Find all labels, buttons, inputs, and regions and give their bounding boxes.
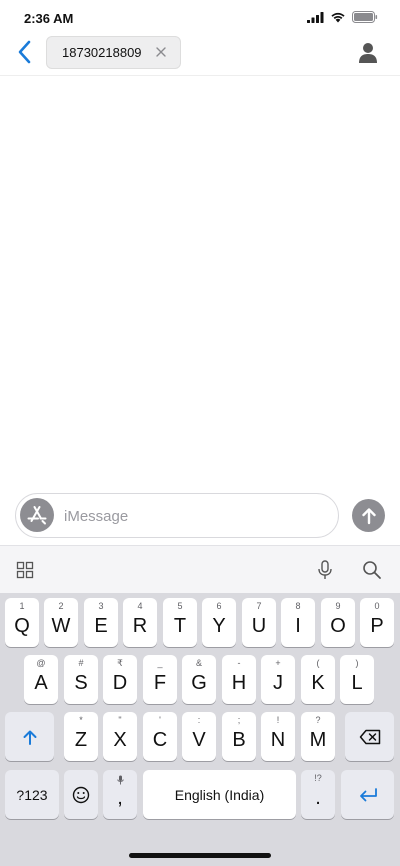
microphone-icon [318, 560, 332, 579]
conversation-area [0, 77, 400, 490]
key-d[interactable]: ₹ D [103, 655, 137, 704]
chevron-left-icon [17, 40, 31, 69]
key-h[interactable]: -H [222, 655, 256, 704]
smiley-icon [72, 786, 90, 803]
cellular-signal-icon [307, 10, 324, 28]
return-key[interactable] [341, 770, 394, 819]
keyboard-search-button[interactable] [360, 558, 384, 582]
key-f[interactable]: _ F [143, 655, 177, 704]
key-b[interactable]: ; B [222, 712, 256, 761]
key-s[interactable]: # S [64, 655, 98, 704]
key-u[interactable]: 7U [242, 598, 276, 647]
home-indicator[interactable] [129, 853, 271, 858]
microphone-hint-icon [103, 772, 137, 790]
emoji-key[interactable] [64, 770, 98, 819]
app-store-button[interactable] [20, 498, 54, 532]
status-time: 2:36 AM [24, 11, 74, 26]
battery-icon [352, 10, 378, 28]
key-p[interactable]: 0P [360, 598, 394, 647]
recipient-number: 18730218809 [62, 45, 142, 60]
key-q[interactable]: 1Q [5, 598, 39, 647]
person-icon [359, 43, 377, 63]
arrow-up-icon [361, 507, 376, 524]
key-g[interactable]: & G [182, 655, 216, 704]
key-j[interactable]: + J [261, 655, 295, 704]
numbers-key[interactable]: ?123 [5, 770, 59, 819]
back-button[interactable] [12, 40, 36, 68]
contact-button[interactable] [358, 42, 378, 64]
status-icons [307, 10, 378, 28]
space-key[interactable]: English (India) [143, 770, 296, 819]
conversation-header: 18730218809 [0, 36, 400, 76]
key-t[interactable]: 5T [163, 598, 197, 647]
key-w[interactable]: 2W [44, 598, 78, 647]
key-k[interactable]: (K [301, 655, 335, 704]
compose-bar: iMessage [0, 492, 400, 540]
close-icon [156, 47, 166, 57]
keyboard-menu-button[interactable] [13, 558, 37, 582]
key-c[interactable]: ' C [143, 712, 177, 761]
grid-icon [16, 561, 34, 579]
app-store-icon [27, 506, 47, 525]
key-e[interactable]: 3E [84, 598, 118, 647]
backspace-icon [359, 729, 380, 744]
key-r[interactable]: 4R [123, 598, 157, 647]
key-m[interactable]: ? M [301, 712, 335, 761]
voice-input-button[interactable] [313, 558, 337, 582]
key-v[interactable]: :V [182, 712, 216, 761]
key-i[interactable]: 8I [281, 598, 315, 647]
comma-key[interactable]: , [103, 770, 137, 819]
recipient-chip[interactable]: 18730218809 [46, 36, 181, 69]
keyboard: 1Q 2W 3E 4R 5T 6Y 7U 8I 9O 0P @ A # S ₹ D _… [0, 593, 400, 866]
remove-recipient-button[interactable] [154, 45, 168, 59]
status-bar: 2:36 AM [0, 0, 400, 36]
shift-key[interactable] [5, 712, 54, 761]
return-arrow-icon [359, 787, 377, 801]
key-y[interactable]: 6Y [202, 598, 236, 647]
search-icon [363, 561, 381, 579]
shift-arrow-icon [23, 730, 36, 745]
key-n[interactable]: ! N [261, 712, 295, 761]
key-a[interactable]: @ A [24, 655, 58, 704]
wifi-icon [330, 10, 346, 28]
backspace-key[interactable] [345, 712, 394, 761]
period-key[interactable]: !? . [301, 770, 335, 819]
send-button[interactable] [352, 499, 385, 532]
key-x[interactable]: " X [103, 712, 137, 761]
message-input[interactable]: iMessage [15, 493, 339, 538]
message-placeholder: iMessage [64, 508, 129, 525]
key-z[interactable]: * Z [64, 712, 98, 761]
keyboard-toolbar [0, 545, 400, 593]
key-l[interactable]: ) L [340, 655, 374, 704]
key-o[interactable]: 9O [321, 598, 355, 647]
